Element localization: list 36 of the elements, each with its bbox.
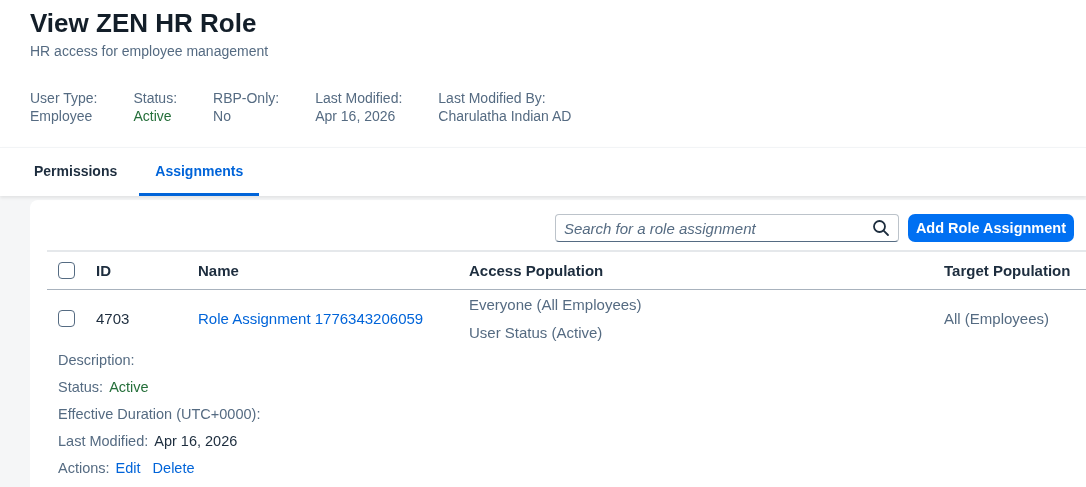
detail-label: Effective Duration (UTC+0000): <box>58 405 261 422</box>
table-cell-text: 4703 <box>96 309 131 327</box>
column-header: Access Population <box>469 262 605 279</box>
attribute-value: No <box>213 107 232 125</box>
column-header: ID <box>96 262 112 279</box>
attribute-value: Apr 16, 2026 <box>315 107 397 125</box>
detail-value: Apr 16, 2026 <box>154 432 238 449</box>
page-subtitle: HR access for employee management <box>30 43 270 59</box>
table-cell-text: Everyone (All Employees) <box>469 295 643 313</box>
attribute-label: Last Modified: <box>315 89 403 107</box>
detail-value: Active <box>109 378 149 395</box>
column-header: Name <box>198 262 240 279</box>
checkbox[interactable] <box>58 262 75 279</box>
attribute-label: Last Modified By: <box>438 89 547 107</box>
action-link[interactable]: Edit <box>115 459 141 476</box>
attribute-label: User Type: <box>30 89 98 107</box>
column-header: Target Population <box>944 262 1071 279</box>
checkbox[interactable] <box>58 309 75 327</box>
table-cell: All (Employees) <box>944 309 1050 327</box>
table-cell-text: User Status (Active) <box>469 323 604 341</box>
detail-label: Status: <box>58 378 104 395</box>
role-assignment-link[interactable]: Role Assignment 1776343206059 <box>198 309 424 327</box>
tab[interactable]: Permissions <box>18 148 134 196</box>
detail-label: Last Modified: <box>58 432 149 449</box>
attribute-value: Active <box>133 107 173 125</box>
attribute-label: Status: <box>133 89 178 107</box>
detail-label: Description: <box>58 351 135 368</box>
detail-label: Actions: <box>58 459 110 476</box>
attribute-value: Charulatha Indian AD <box>438 107 572 125</box>
add-role-assignment-button[interactable]: Add Role Assignment <box>907 214 1074 242</box>
action-link[interactable]: Delete <box>152 459 195 476</box>
attribute-value: Employee <box>30 107 94 125</box>
search-field[interactable]: Search for a role assignment <box>554 214 899 242</box>
search-icon <box>871 219 890 237</box>
attribute-label: RBP-Only: <box>213 89 280 107</box>
page-title: View ZEN HR Role <box>30 7 258 40</box>
